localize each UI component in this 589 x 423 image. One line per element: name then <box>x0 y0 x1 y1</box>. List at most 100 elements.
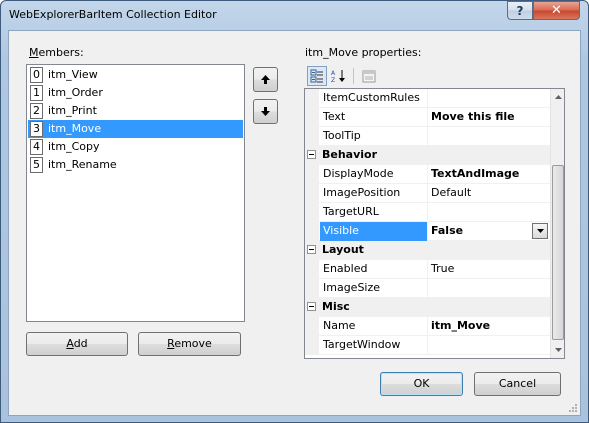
dialog-client-area: Members: 0 itm_View 1 itm_Order 2 itm_Print 3 i… <box>8 30 581 416</box>
property-row[interactable]: ImageSize <box>305 279 550 298</box>
property-name[interactable]: TargetWindow <box>320 336 428 355</box>
cancel-button[interactable]: Cancel <box>474 372 561 396</box>
arrow-down-icon <box>261 107 270 116</box>
collapse-icon[interactable] <box>307 302 316 311</box>
help-button[interactable]: ? <box>507 1 533 20</box>
chevron-down-icon <box>536 229 544 233</box>
property-category[interactable]: Layout <box>305 241 550 260</box>
property-row[interactable]: TargetWindow <box>305 336 550 355</box>
title-bar[interactable]: WebExplorerBarItem Collection Editor ? ✕ <box>1 1 588 29</box>
member-index: 1 <box>30 85 43 101</box>
help-icon: ? <box>516 3 524 18</box>
property-margin <box>305 317 319 336</box>
alphabetical-button[interactable]: A Z <box>329 66 349 86</box>
add-button[interactable]: Add <box>26 332 128 356</box>
property-margin <box>305 165 319 184</box>
property-category[interactable]: Misc <box>305 298 550 317</box>
collapse-icon[interactable] <box>307 245 316 254</box>
property-value[interactable]: True <box>428 260 550 279</box>
property-value[interactable]: Default <box>428 184 550 203</box>
property-category[interactable]: Behavior <box>305 146 550 165</box>
property-row[interactable]: DisplayMode TextAndImage <box>305 165 550 184</box>
categorized-button[interactable] <box>307 66 327 86</box>
property-row[interactable]: Text Move this file <box>305 108 550 127</box>
members-listbox[interactable]: 0 itm_View 1 itm_Order 2 itm_Print 3 itm_Move 4 i… <box>26 64 245 322</box>
member-list-item[interactable]: 2 itm_Print <box>28 102 243 120</box>
remove-button[interactable]: Remove <box>138 332 241 356</box>
member-index: 2 <box>30 103 43 119</box>
property-value[interactable] <box>428 203 550 222</box>
property-name[interactable]: Enabled <box>320 260 428 279</box>
svg-text:Z: Z <box>331 77 335 83</box>
property-row[interactable]: TargetURL <box>305 203 550 222</box>
move-up-button[interactable] <box>253 67 278 92</box>
property-margin <box>305 203 319 222</box>
property-row[interactable]: Visible False <box>305 222 550 241</box>
property-grid-toolbar: A Z <box>305 65 565 87</box>
category-name: Behavior <box>322 148 378 161</box>
property-row[interactable]: ItemCustomRules <box>305 89 550 108</box>
scroll-down-icon <box>554 348 562 352</box>
value-dropdown-button[interactable] <box>532 223 548 239</box>
member-name: itm_Print <box>48 104 97 117</box>
category-name: Misc <box>322 300 350 313</box>
property-name[interactable]: ImageSize <box>320 279 428 298</box>
member-list-item[interactable]: 4 itm_Copy <box>28 138 243 156</box>
arrow-up-icon <box>261 75 270 84</box>
close-icon: ✕ <box>551 3 562 18</box>
categorized-icon <box>310 69 323 83</box>
property-value[interactable]: Move this file <box>428 108 550 127</box>
property-margin <box>305 108 319 127</box>
scroll-down-button[interactable] <box>551 342 564 358</box>
property-name[interactable]: DisplayMode <box>320 165 428 184</box>
property-row[interactable]: Name itm_Move <box>305 317 550 336</box>
close-button[interactable]: ✕ <box>533 1 580 20</box>
property-name[interactable]: Name <box>320 317 428 336</box>
member-index: 0 <box>30 67 43 83</box>
property-value[interactable]: itm_Move <box>428 317 550 336</box>
property-margin <box>305 222 319 241</box>
ok-button[interactable]: OK <box>380 372 463 396</box>
property-grid-scrollbar[interactable] <box>550 89 564 358</box>
property-margin <box>305 89 319 108</box>
property-grid[interactable]: ItemCustomRules Text Move this file ToolTip… <box>304 88 565 359</box>
property-name[interactable]: Text <box>320 108 428 127</box>
alphabetical-icon: A Z <box>331 70 345 83</box>
scroll-up-button[interactable] <box>551 89 564 105</box>
property-row[interactable]: ImagePosition Default <box>305 184 550 203</box>
member-index: 5 <box>30 157 43 173</box>
property-row[interactable]: Enabled True <box>305 260 550 279</box>
property-margin <box>305 127 319 146</box>
property-value[interactable] <box>428 127 550 146</box>
property-margin <box>305 184 319 203</box>
dialog-window: WebExplorerBarItem Collection Editor ? ✕… <box>0 0 589 423</box>
move-down-button[interactable] <box>253 99 278 124</box>
svg-text:A: A <box>331 70 336 77</box>
member-list-item[interactable]: 1 itm_Order <box>28 84 243 102</box>
property-name[interactable]: ToolTip <box>320 127 428 146</box>
toolbar-separator <box>353 68 354 84</box>
property-margin <box>305 279 319 298</box>
members-label: Members: <box>29 46 84 59</box>
member-list-item[interactable]: 5 itm_Rename <box>28 156 243 174</box>
property-value[interactable]: TextAndImage <box>428 165 550 184</box>
property-value[interactable] <box>428 336 550 355</box>
scroll-thumb[interactable] <box>552 165 564 340</box>
property-name[interactable]: ItemCustomRules <box>320 89 428 108</box>
property-name[interactable]: ImagePosition <box>320 184 428 203</box>
property-name[interactable]: Visible <box>320 222 428 241</box>
properties-label: itm_Move properties: <box>305 46 422 59</box>
property-value[interactable] <box>428 89 550 108</box>
member-list-item[interactable]: 0 itm_View <box>28 66 243 84</box>
property-value[interactable] <box>428 279 550 298</box>
property-pages-icon <box>362 70 376 82</box>
member-list-item[interactable]: 3 itm_Move <box>28 120 243 138</box>
property-row[interactable]: ToolTip <box>305 127 550 146</box>
member-name: itm_View <box>48 68 98 81</box>
resize-grip-icon[interactable] <box>568 403 578 413</box>
property-pages-button[interactable] <box>359 66 379 86</box>
member-name: itm_Copy <box>48 140 100 153</box>
window-title: WebExplorerBarItem Collection Editor <box>9 8 217 21</box>
property-name[interactable]: TargetURL <box>320 203 428 222</box>
collapse-icon[interactable] <box>307 150 316 159</box>
